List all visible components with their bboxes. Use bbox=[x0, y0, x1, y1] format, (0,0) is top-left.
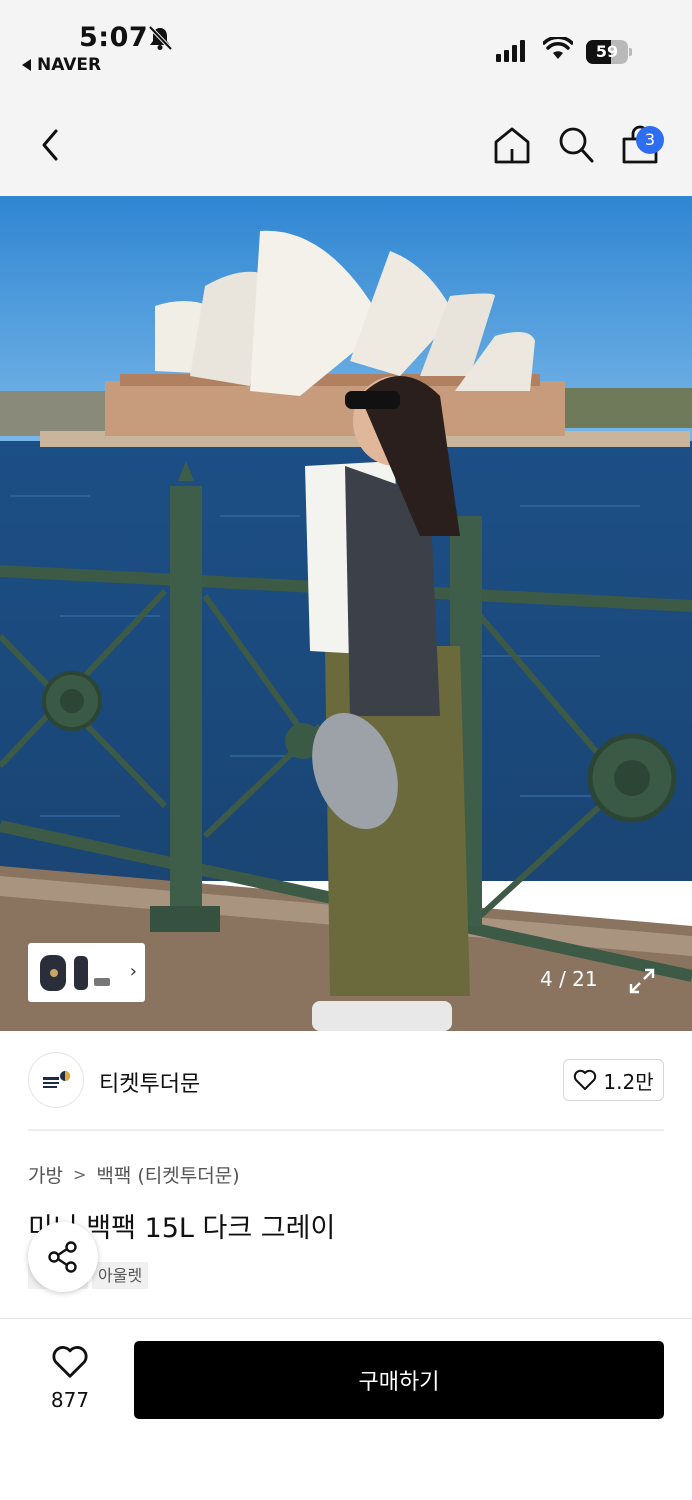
store-name[interactable]: 티켓투더문 bbox=[99, 1066, 200, 1098]
tag-outlet: 아울렛 bbox=[92, 1262, 149, 1289]
battery-indicator: 59 bbox=[586, 40, 632, 64]
status-bar: 5:07 NAVER 59 bbox=[0, 0, 692, 95]
backpack-thumbnail-image bbox=[40, 954, 110, 991]
like-count: 877 bbox=[50, 1388, 90, 1412]
store-row[interactable]: 티켓투더문 1.2만 bbox=[28, 1052, 664, 1110]
heart-outline-icon bbox=[52, 1346, 88, 1378]
clock: 5:07 bbox=[79, 22, 149, 53]
search-icon[interactable] bbox=[557, 125, 595, 165]
cart-count-badge: 3 bbox=[636, 126, 664, 154]
breadcrumb: 가방 > 백팩 (티켓투더문) bbox=[28, 1161, 240, 1188]
back-arrow-icon[interactable] bbox=[38, 125, 62, 165]
store-favorite-count: 1.2만 bbox=[603, 1069, 654, 1094]
store-logo-image bbox=[43, 1071, 70, 1088]
breadcrumb-item[interactable]: 가방 bbox=[28, 1161, 63, 1188]
share-button[interactable] bbox=[28, 1222, 98, 1292]
battery-level: 59 bbox=[595, 42, 619, 61]
buy-button[interactable]: 구매하기 bbox=[134, 1341, 664, 1419]
top-nav-bar bbox=[0, 95, 692, 196]
wifi-icon bbox=[543, 37, 573, 59]
store-logo[interactable] bbox=[28, 1052, 84, 1108]
chevron-right-icon: > bbox=[72, 1165, 87, 1184]
bottom-bar-divider bbox=[0, 1318, 692, 1319]
like-button[interactable]: 877 bbox=[28, 1342, 112, 1418]
image-counter: 4 / 21 bbox=[540, 967, 598, 991]
expand-icon[interactable] bbox=[628, 967, 656, 995]
share-icon bbox=[48, 1241, 77, 1273]
product-photo bbox=[0, 196, 692, 1031]
home-icon[interactable] bbox=[493, 125, 531, 165]
store-favorite-button[interactable]: 1.2만 bbox=[563, 1059, 664, 1101]
back-app-label: NAVER bbox=[37, 55, 102, 75]
chevron-right-icon: › bbox=[129, 961, 137, 982]
breadcrumb-item[interactable]: 백팩 (티켓투더문) bbox=[96, 1161, 239, 1188]
cellular-signal-icon bbox=[496, 40, 525, 62]
divider bbox=[28, 1129, 664, 1131]
back-to-app-link[interactable]: NAVER bbox=[22, 55, 101, 75]
product-image-gallery[interactable] bbox=[0, 196, 692, 1031]
back-triangle-icon bbox=[22, 59, 31, 71]
heart-outline-icon bbox=[574, 1069, 597, 1090]
bell-muted-icon bbox=[148, 25, 173, 51]
related-product-thumbnail[interactable]: › bbox=[28, 943, 145, 1002]
